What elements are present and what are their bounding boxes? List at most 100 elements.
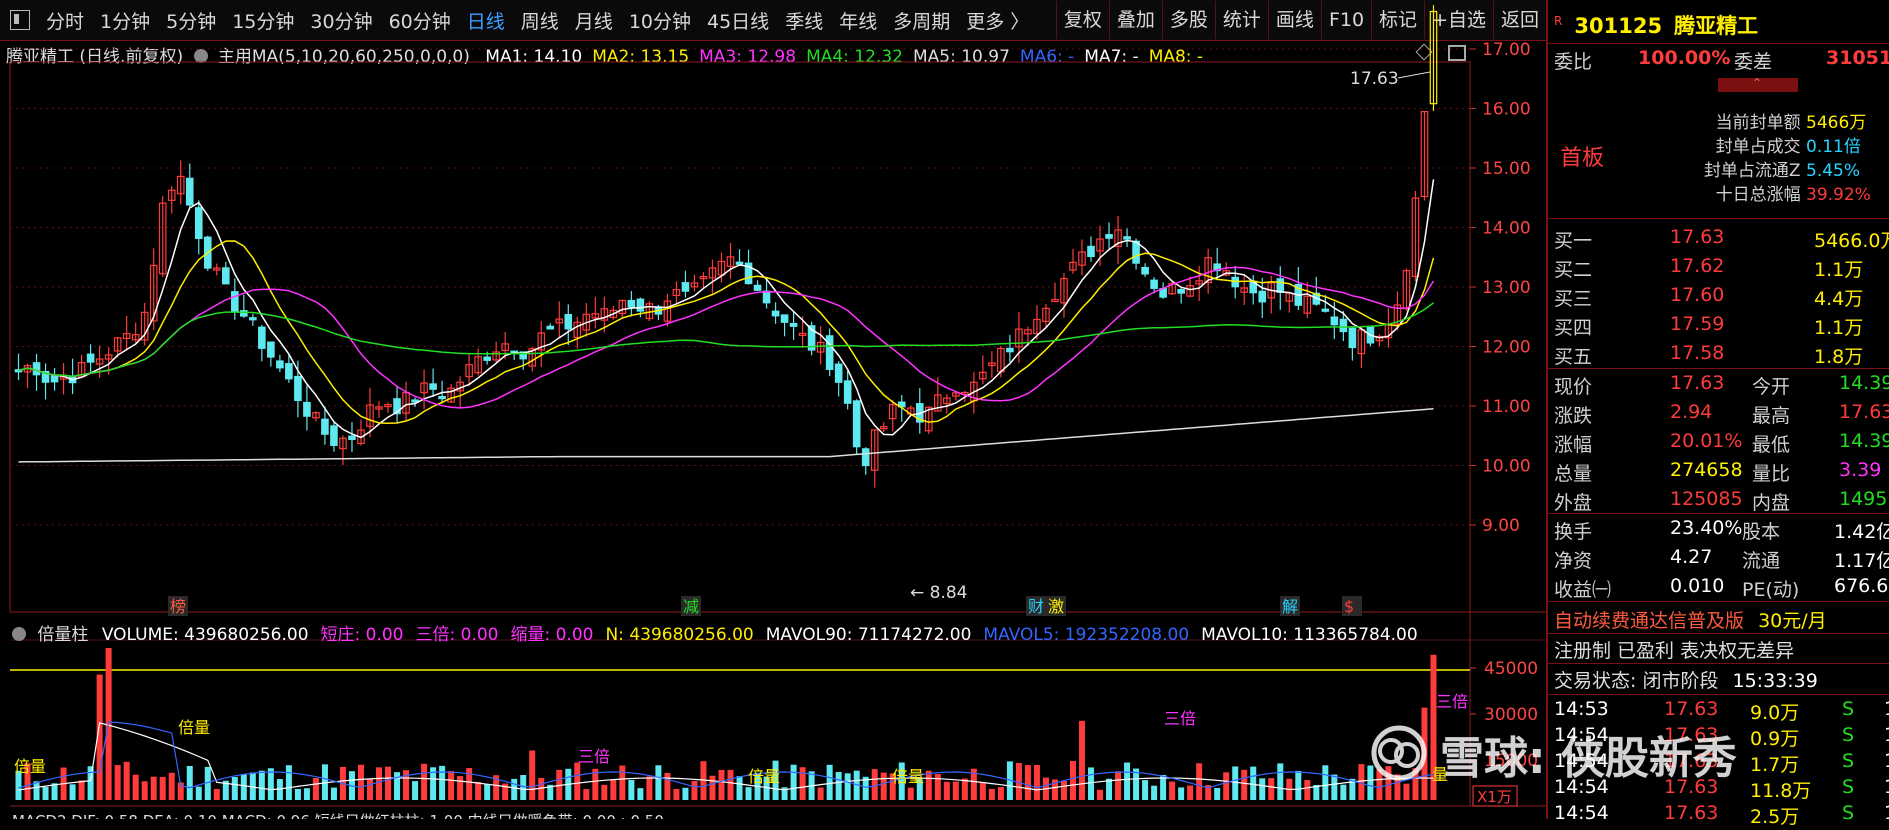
tick-count: 1 — [1884, 724, 1889, 746]
candle-body — [86, 353, 95, 363]
high-price-pointer — [1397, 71, 1431, 79]
bid-label: 买四 — [1554, 317, 1593, 339]
macd-strip: MACD2 DIF: 0.58 DEA: 0.10 MACD: 0.96 短线只… — [12, 810, 664, 819]
volume-bar — [1322, 765, 1329, 800]
tick-volume: 2.5万 — [1750, 806, 1800, 828]
volume-bar — [1115, 771, 1122, 800]
dropdown-icon[interactable] — [12, 627, 26, 641]
fund-label: 收益㈠ — [1554, 579, 1612, 601]
volume-bar — [330, 787, 337, 800]
candle-body — [825, 335, 834, 370]
volume-bar — [646, 776, 653, 800]
volume-bar — [439, 765, 446, 800]
bid-label: 买五 — [1554, 346, 1593, 368]
volume-bar — [258, 770, 265, 800]
seal-value: 5466万 — [1806, 113, 1867, 133]
bid-volume: 1.1万 — [1814, 317, 1864, 339]
bid-row-3[interactable]: 买三 17.60 4.4万 — [1554, 284, 1889, 312]
stat-label: 内盘 — [1752, 492, 1791, 514]
stat-label: 涨幅 — [1554, 434, 1593, 456]
volume-bar — [1223, 772, 1230, 800]
volume-bar — [718, 769, 725, 800]
stat-value: 17.63 — [1670, 372, 1725, 394]
volume-bar — [33, 781, 40, 800]
volume-bar — [871, 769, 878, 800]
volume-annotation: 倍量 — [178, 718, 210, 737]
stat-row-4: 外盘 125085 内盘 149573 — [1554, 488, 1889, 516]
volume-stat-2: 三倍: 0.00 — [415, 625, 499, 645]
volume-bar — [484, 784, 491, 800]
candle-body — [564, 314, 573, 330]
watermark-text: 雪球: 侠股新秀 — [1440, 733, 1737, 784]
candle-body — [429, 383, 437, 390]
volume-bar — [673, 789, 680, 800]
kline-chart[interactable]: 17.00 16.00 15.00 14.00 13.00 12.00 11.00 10.00… — [0, 0, 1546, 819]
volume-bar — [285, 765, 292, 800]
seal-label: 当前封单额 — [1715, 113, 1801, 133]
promo-row[interactable]: 自动续费通达信普及版 30元/月 — [1554, 606, 1889, 634]
weibi-label: 委比 — [1554, 51, 1593, 73]
volume-bar — [952, 781, 959, 800]
ma5-line — [18, 179, 1435, 439]
volume-bar — [790, 764, 797, 800]
weicha-value: 31051 — [1826, 47, 1889, 69]
bid-label: 买一 — [1554, 230, 1593, 252]
seal-value: 0.11倍 — [1806, 137, 1861, 157]
ma250-line — [18, 407, 1434, 463]
volume-bar — [240, 774, 247, 800]
tick-price: 17.63 — [1664, 802, 1719, 824]
tick-time: 14:54 — [1554, 802, 1609, 824]
candle-body — [1105, 234, 1113, 239]
volume-stat-1: 短庄: 0.00 — [320, 625, 404, 645]
candle-body — [221, 267, 230, 285]
collapse-button[interactable]: ⌃ — [1718, 76, 1798, 92]
bid-row-2[interactable]: 买二 17.62 1.1万 — [1554, 255, 1889, 283]
volume-bar — [1187, 785, 1194, 800]
volume-bar — [394, 772, 401, 800]
bid-price: 17.60 — [1670, 284, 1725, 306]
volume-bar — [925, 770, 932, 800]
volume-bar — [799, 767, 806, 800]
promo-text: 自动续费通达信普及版 — [1554, 610, 1745, 632]
board-label: 首板 — [1560, 146, 1605, 171]
promo-price: 30元/月 — [1758, 610, 1827, 632]
volume-bar — [231, 777, 238, 800]
volume-bar — [520, 775, 527, 800]
candle-body — [1339, 318, 1348, 333]
volume-bar — [727, 769, 734, 800]
bid-row-1[interactable]: 买一 17.63 5466.0万 — [1554, 226, 1889, 254]
volume-bar — [988, 788, 995, 800]
candle-body — [294, 375, 302, 402]
volume-bar — [1060, 781, 1067, 800]
volume-bar — [448, 771, 455, 800]
y-tick-label: 11.00 — [1482, 397, 1531, 417]
stat-value: 20.01% — [1670, 430, 1743, 452]
bid-row-5[interactable]: 买五 17.58 1.8万 — [1554, 342, 1889, 370]
candle-body — [1123, 236, 1131, 240]
bid-row-4[interactable]: 买四 17.59 1.1万 — [1554, 313, 1889, 341]
bid-volume: 1.8万 — [1814, 346, 1864, 368]
stat-label: 今开 — [1752, 376, 1791, 398]
event-marker: $ — [1344, 597, 1354, 616]
volume-bar — [1106, 778, 1113, 800]
fund-value: 0.010 — [1670, 575, 1725, 597]
candle-body — [627, 299, 636, 308]
volume-bar — [87, 766, 94, 800]
y-tick-label: 17.00 — [1482, 40, 1531, 60]
volume-bar — [303, 788, 310, 800]
volume-bar — [610, 779, 617, 800]
stat-value: 125085 — [1670, 488, 1743, 510]
volume-bar — [150, 776, 157, 800]
volume-header: 倍量柱 VOLUME: 439680256.00 短庄: 0.00 三倍: 0.00… — [12, 620, 1430, 645]
volume-bar — [736, 776, 743, 800]
volume-bar — [312, 777, 319, 800]
volume-bar — [267, 768, 274, 800]
candle-body — [780, 314, 789, 323]
y-tick-label: 14.00 — [1482, 219, 1531, 239]
volume-bar — [1079, 720, 1085, 800]
volume-bar — [168, 772, 175, 800]
volume-bar — [1232, 766, 1239, 800]
volume-annotation: 倍量 — [14, 757, 46, 776]
candle-body — [185, 177, 194, 206]
y-tick-label: 13.00 — [1482, 278, 1531, 298]
